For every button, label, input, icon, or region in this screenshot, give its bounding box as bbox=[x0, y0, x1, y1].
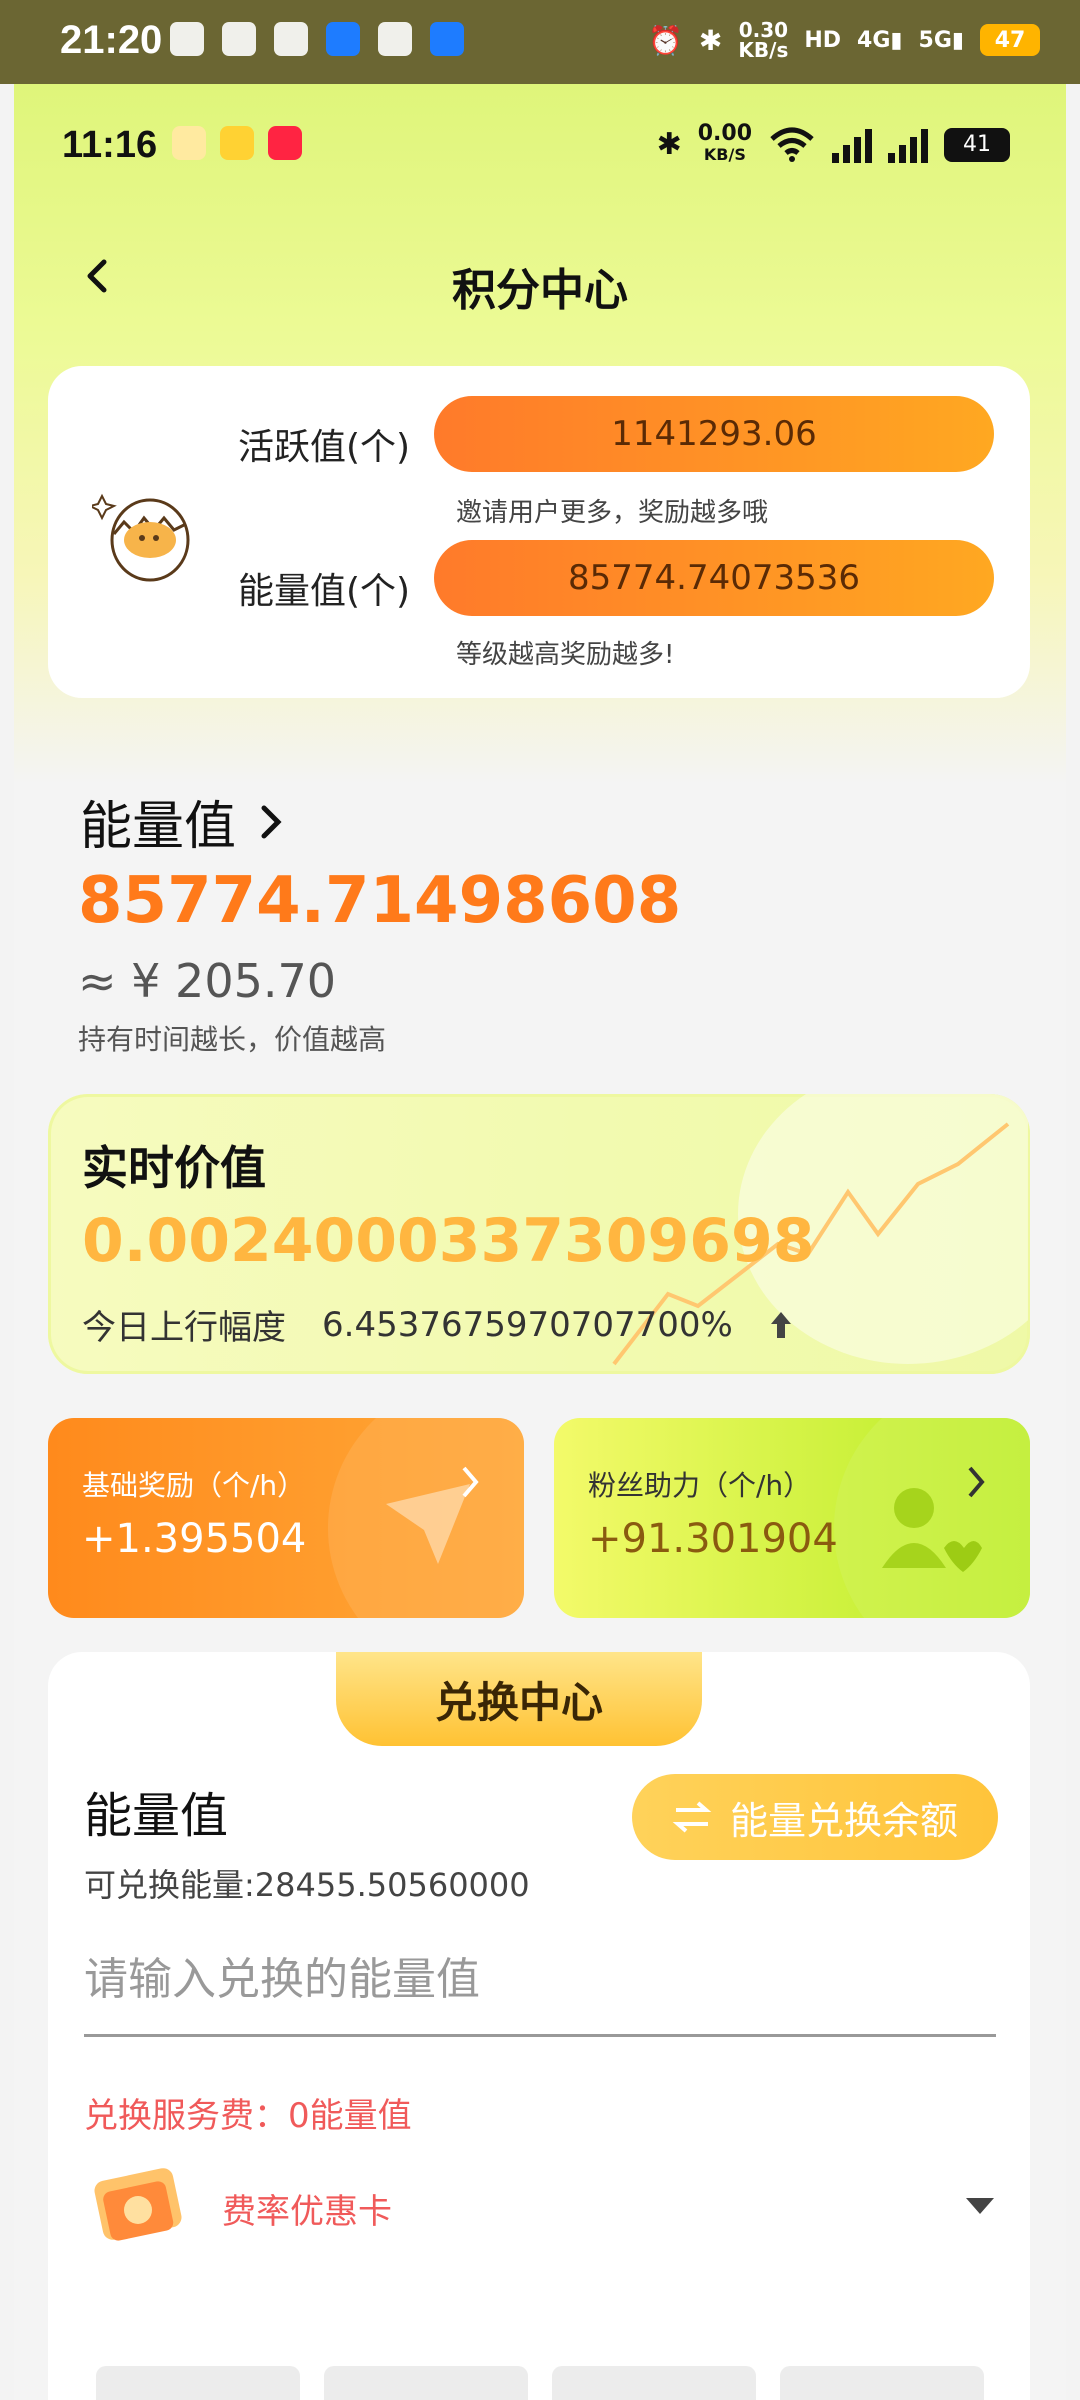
energy-value-pill: 85774.74073536 bbox=[434, 540, 994, 616]
zhihu-icon bbox=[326, 22, 360, 56]
hd-icon: HD bbox=[804, 27, 842, 53]
exchange-center-tab: 兑换中心 bbox=[336, 1652, 702, 1746]
exchange-amount-input[interactable] bbox=[84, 1924, 996, 2037]
realtime-value-card: 实时价值 0.0024000337309698 今日上行幅度 6.4537675… bbox=[48, 1094, 1030, 1374]
battery-icon: 47 bbox=[980, 24, 1040, 56]
energy-hint: 等级越高奖励越多! bbox=[456, 640, 675, 670]
exchange-to-balance-button[interactable]: 能量兑换余额 bbox=[632, 1774, 998, 1860]
basic-reward-card[interactable]: 基础奖励（个/h） +1.395504 bbox=[48, 1418, 524, 1618]
notification-icon bbox=[274, 22, 308, 56]
coupon-select[interactable]: 费率优惠卡 bbox=[84, 2158, 1004, 2258]
energy-section-title: 能量值 bbox=[80, 797, 237, 857]
exchange-fee: 兑换服务费：0能量值 bbox=[84, 2096, 412, 2136]
network-speed: 0.00 bbox=[697, 121, 752, 146]
system-status-bar: 21:20 ⏰ ✱ 0.30 KB/s HD 4G▮ 5G▮ 47 bbox=[0, 0, 1080, 84]
chevron-right-icon bbox=[462, 1466, 479, 1498]
energy-balance: 85774.71498608 bbox=[78, 864, 682, 938]
amount-200-button[interactable]: 200 bbox=[324, 2366, 528, 2400]
fans-reward-value: +91.301904 bbox=[588, 1516, 838, 1562]
alarm-icon: ⏰ bbox=[648, 23, 683, 57]
change-label: 今日上行幅度 bbox=[82, 1308, 286, 1348]
amount-300-button[interactable]: 300 bbox=[552, 2366, 756, 2400]
wifi-icon bbox=[770, 127, 814, 162]
status-app-icons bbox=[172, 126, 302, 160]
energy-section-link[interactable]: 能量值 bbox=[80, 784, 286, 859]
energy-yuan-value: ≈ ¥ 205.70 bbox=[78, 954, 337, 1008]
bluetooth-icon: ✱ bbox=[698, 23, 723, 57]
realtime-change-row: 今日上行幅度 6.4537675970707700% bbox=[82, 1300, 793, 1349]
signal-4g-icon: 4G▮ bbox=[857, 27, 903, 53]
active-label: 活跃值(个) bbox=[238, 427, 411, 468]
arrow-up-icon bbox=[770, 1311, 791, 1338]
exchange-button-label: 能量兑换余额 bbox=[729, 1798, 958, 1843]
amount-100-button[interactable]: 100 bbox=[96, 2366, 300, 2400]
notification-icon bbox=[222, 22, 256, 56]
summary-card: 活跃值(个) 1141293.06 邀请用户更多，奖励越多哦 能量值(个) 85… bbox=[48, 366, 1030, 698]
change-value: 6.4537675970707700% bbox=[322, 1304, 733, 1345]
app-icon bbox=[172, 126, 206, 160]
battery-icon: 41 bbox=[944, 127, 1010, 162]
active-value-pill: 1141293.06 bbox=[434, 396, 994, 472]
notification-icon bbox=[170, 22, 204, 56]
exchange-available: 可兑换能量:28455.50560000 bbox=[84, 1866, 530, 1904]
notification-icon bbox=[378, 22, 412, 56]
basic-reward-value: +1.395504 bbox=[82, 1516, 307, 1562]
egg-mascot-icon bbox=[92, 493, 190, 582]
chevron-right-icon bbox=[261, 805, 282, 838]
status-indicators: ✱ 0.00 KB/S 41 bbox=[656, 121, 1010, 165]
notification-icon bbox=[430, 22, 464, 56]
realtime-value: 0.0024000337309698 bbox=[82, 1206, 815, 1276]
signal-5g-icon: 5G▮ bbox=[918, 27, 964, 53]
page-title: 积分中心 bbox=[452, 265, 628, 316]
realtime-title: 实时价值 bbox=[82, 1141, 266, 1195]
app-icon bbox=[220, 126, 254, 160]
energy-label: 能量值(个) bbox=[238, 571, 411, 612]
app-screen: 11:16 ✱ 0.00 KB/S 41 积分中心 活跃值(个) 1141293.… bbox=[14, 84, 1066, 2400]
system-indicators: ⏰ ✱ 0.30 KB/s HD 4G▮ 5G▮ 47 bbox=[648, 20, 1040, 60]
status-time: 11:16 bbox=[62, 124, 158, 166]
coupon-card-icon bbox=[94, 2168, 182, 2241]
amount-all-button[interactable]: 全部兑换 bbox=[780, 2366, 984, 2400]
network-speed-unit: KB/S bbox=[703, 145, 746, 164]
xiaohongshu-icon bbox=[268, 126, 302, 160]
basic-reward-title: 基础奖励（个/h） bbox=[82, 1469, 306, 1502]
fans-reward-card[interactable]: 粉丝助力（个/h） +91.301904 bbox=[554, 1418, 1030, 1618]
swap-icon bbox=[672, 1801, 712, 1833]
chevron-right-icon bbox=[968, 1466, 985, 1498]
active-hint: 邀请用户更多，奖励越多哦 bbox=[456, 498, 769, 528]
exchange-label: 能量值 bbox=[84, 1788, 229, 1844]
signal-icon bbox=[832, 127, 872, 163]
bluetooth-icon: ✱ bbox=[656, 127, 682, 162]
notification-icons bbox=[170, 22, 464, 56]
coupon-label: 费率优惠卡 bbox=[222, 2191, 392, 2232]
system-time: 21:20 bbox=[60, 18, 163, 62]
network-speed-unit: KB/s bbox=[738, 38, 789, 62]
fans-reward-title: 粉丝助力（个/h） bbox=[588, 1469, 812, 1502]
status-bar: 11:16 ✱ 0.00 KB/S 41 bbox=[14, 84, 1066, 204]
energy-subtitle: 持有时间越长，价值越高 bbox=[78, 1023, 387, 1056]
dropdown-caret-icon bbox=[966, 2198, 994, 2214]
signal-icon bbox=[888, 127, 928, 163]
